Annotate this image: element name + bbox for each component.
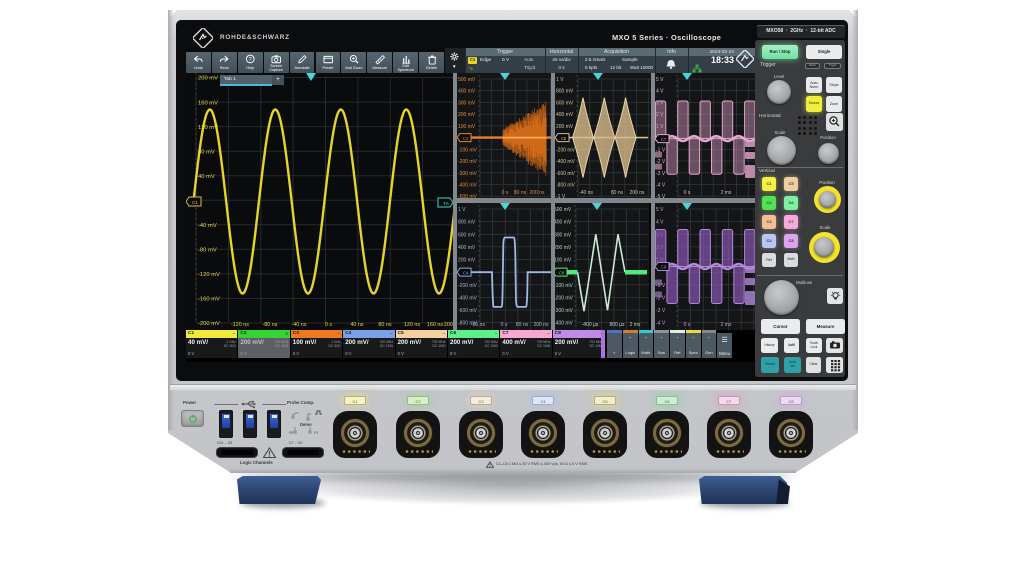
- svg-text:-80 mV: -80 mV: [198, 248, 217, 254]
- svg-text:-600 mV: -600 mV: [458, 308, 478, 314]
- svg-text:500 mV: 500 mV: [458, 77, 476, 83]
- svg-text:Demo: Demo: [300, 422, 312, 427]
- svg-text:200 mV: 200 mV: [458, 112, 476, 118]
- svg-text:400 mV: 400 mV: [556, 112, 574, 118]
- svg-text:0 s: 0 s: [684, 190, 691, 196]
- svg-text:400 mV: 400 mV: [458, 89, 476, 95]
- svg-text:P5: P5: [289, 431, 293, 435]
- svg-text:-4 V: -4 V: [656, 321, 666, 327]
- svg-text:300 mV: 300 mV: [458, 100, 476, 106]
- svg-text:-400 mV: -400 mV: [458, 295, 478, 301]
- svg-text:2 ms: 2 ms: [630, 322, 641, 328]
- svg-text:4 V: 4 V: [656, 220, 664, 226]
- svg-text:-400 µs: -400 µs: [582, 322, 599, 328]
- svg-text:-400 mV: -400 mV: [458, 182, 478, 188]
- svg-text:160 ns: 160 ns: [427, 322, 443, 328]
- svg-text:0 s: 0 s: [325, 322, 332, 328]
- svg-text:200 ns: 200 ns: [529, 190, 545, 196]
- svg-text:200 mV: 200 mV: [198, 76, 218, 82]
- svg-text:-200 mV: -200 mV: [556, 147, 576, 153]
- svg-text:C1: C1: [192, 200, 198, 205]
- svg-text:500 mV: 500 mV: [554, 207, 572, 213]
- svg-text:80 ns: 80 ns: [514, 190, 527, 196]
- svg-text:2 ms: 2 ms: [721, 190, 732, 196]
- svg-text:-40 ns: -40 ns: [579, 190, 593, 196]
- svg-text:1 V: 1 V: [556, 77, 564, 83]
- svg-text:TA: TA: [443, 201, 448, 206]
- svg-text:-200 mV: -200 mV: [198, 321, 220, 327]
- svg-text:1 V: 1 V: [458, 207, 466, 213]
- svg-text:80 ns: 80 ns: [378, 322, 391, 328]
- svg-text:-4 V: -4 V: [656, 182, 666, 188]
- svg-text:4 V: 4 V: [656, 89, 664, 95]
- svg-text:300 mV: 300 mV: [554, 232, 572, 238]
- svg-text:C7: C7: [661, 137, 667, 142]
- svg-text:-100 mV: -100 mV: [458, 147, 478, 153]
- svg-text:600 mV: 600 mV: [458, 232, 476, 238]
- svg-text:-400 mV: -400 mV: [554, 321, 574, 327]
- svg-text:400 mV: 400 mV: [458, 245, 476, 251]
- svg-text:80 ns: 80 ns: [611, 190, 624, 196]
- svg-text:-200 mV: -200 mV: [458, 159, 478, 165]
- svg-text:200 mV: 200 mV: [556, 124, 574, 130]
- svg-text:?: ?: [249, 56, 252, 62]
- svg-text:0 s: 0 s: [684, 322, 691, 328]
- svg-text:-100 mV: -100 mV: [554, 283, 574, 289]
- svg-text:200 ns: 200 ns: [533, 322, 549, 328]
- svg-text:120 ns: 120 ns: [404, 322, 420, 328]
- svg-text:-120 mV: -120 mV: [198, 272, 220, 278]
- svg-text:-3 V: -3 V: [656, 171, 666, 177]
- svg-text:2 ms: 2 ms: [721, 322, 732, 328]
- svg-text:0 s: 0 s: [501, 322, 508, 328]
- svg-text:100 mV: 100 mV: [554, 258, 572, 264]
- svg-text:600 mV: 600 mV: [556, 100, 574, 106]
- svg-text:-400 mV: -400 mV: [556, 159, 576, 165]
- svg-text:-120 ns: -120 ns: [231, 322, 249, 328]
- svg-text:C6: C6: [559, 270, 565, 275]
- svg-text:40 ns: 40 ns: [350, 322, 363, 328]
- svg-text:-200 mV: -200 mV: [554, 295, 574, 301]
- svg-text:800 µs: 800 µs: [609, 322, 625, 328]
- svg-text:100 mV: 100 mV: [458, 124, 476, 130]
- svg-text:-600 mV: -600 mV: [556, 171, 576, 177]
- svg-text:5 V: 5 V: [656, 77, 664, 83]
- svg-text:160 mV: 160 mV: [198, 100, 218, 106]
- svg-text:400 mV: 400 mV: [554, 220, 572, 226]
- svg-text:200 ns: 200 ns: [629, 190, 645, 196]
- svg-text:C4: C4: [463, 270, 469, 275]
- svg-text:-300 mV: -300 mV: [554, 308, 574, 314]
- svg-text:-40 ns: -40 ns: [292, 322, 307, 328]
- svg-text:200 mV: 200 mV: [458, 258, 476, 264]
- svg-text:C3: C3: [463, 136, 469, 141]
- svg-text:80 ns: 80 ns: [516, 322, 529, 328]
- svg-text:800 mV: 800 mV: [556, 89, 574, 95]
- svg-text:40 mV: 40 mV: [198, 174, 215, 180]
- svg-text:C5: C5: [561, 136, 567, 141]
- svg-text:C8: C8: [661, 265, 667, 270]
- svg-text:0 s: 0 s: [502, 190, 509, 196]
- svg-text:-3 V: -3 V: [656, 308, 666, 314]
- svg-text:200 mV: 200 mV: [554, 245, 572, 251]
- svg-text:-200 mV: -200 mV: [458, 283, 478, 289]
- svg-text:-300 mV: -300 mV: [458, 171, 478, 177]
- svg-text:-80 ns: -80 ns: [471, 322, 485, 328]
- svg-text:800 mV: 800 mV: [458, 220, 476, 226]
- svg-text:-80 ns: -80 ns: [263, 322, 278, 328]
- svg-text:5 V: 5 V: [656, 207, 664, 213]
- svg-text:-40 mV: -40 mV: [198, 223, 217, 229]
- svg-text:-160 mV: -160 mV: [198, 297, 220, 303]
- svg-text:-800 mV: -800 mV: [556, 182, 576, 188]
- svg-text:P1: P1: [314, 431, 318, 435]
